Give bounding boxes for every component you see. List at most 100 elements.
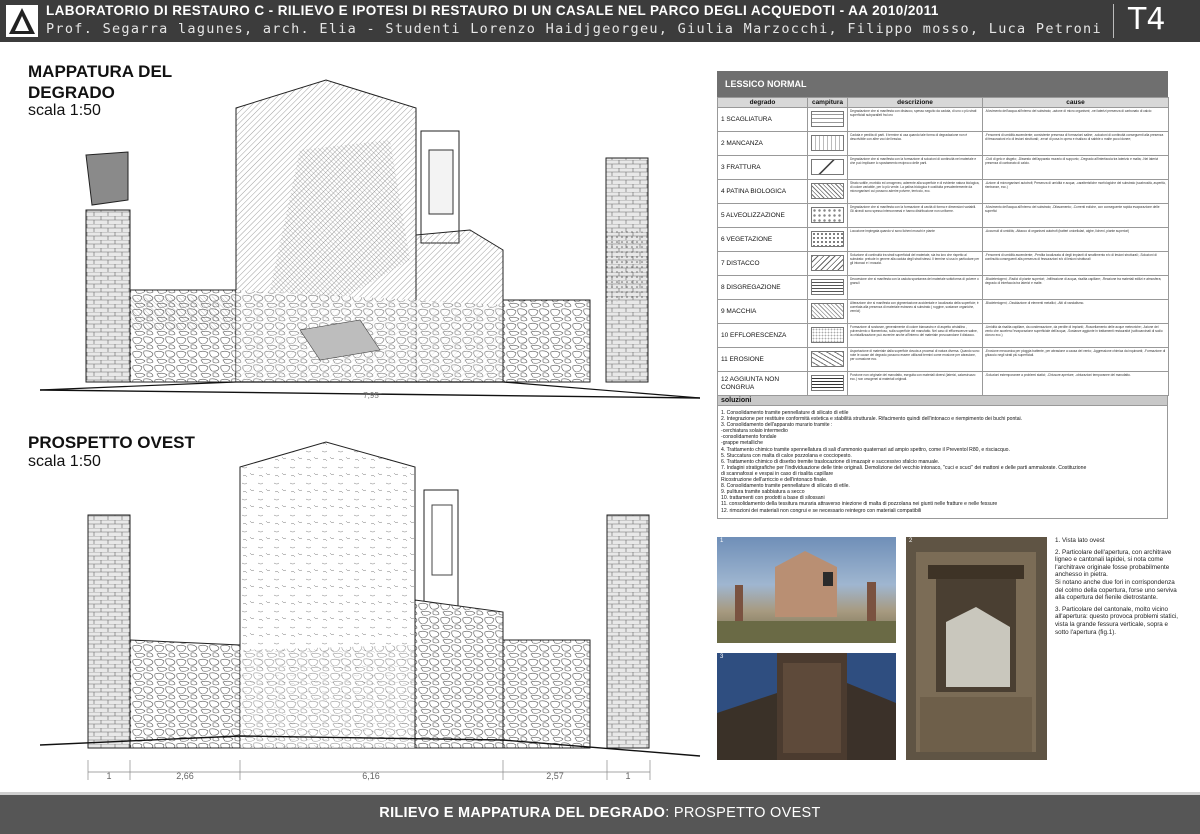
sheet-code: T4 [1128, 2, 1166, 37]
lessico-table: degrado campitura descrizione cause 1 SC… [717, 97, 1169, 396]
degrado-name: 6 VEGETAZIONE [717, 227, 808, 252]
hatch-pattern-swatch [811, 303, 844, 319]
photo-number: 3 [720, 654, 724, 660]
elevation-drawings: 7,95 1 2,66 6,16 2,57 1 [39, 79, 701, 781]
caption: 1. Vista lato ovest [1055, 537, 1105, 544]
table-row: 4 PATINA BIOLOGICA Strato sottile, morbid… [717, 179, 1169, 204]
degrado-name: 11 EROSIONE [717, 347, 808, 372]
column-header: descrizione [847, 97, 983, 108]
footer-title-rest: : PROSPETTO OVEST [665, 805, 821, 821]
table-row: 8 DISGREGAZIONE Decoesione che si manifes… [717, 275, 1169, 300]
table-header-row: degrado campitura descrizione cause [717, 97, 1169, 108]
descrizione-cell: Caduta e perdita di parti. Il termine si… [847, 131, 983, 156]
cause-cell: -Umidità da risalita capillare, da conde… [982, 323, 1169, 348]
descrizione-cell: Soluzione di continuità tra strati super… [847, 251, 983, 276]
column-header: campitura [807, 97, 848, 108]
column-header: degrado [717, 97, 808, 108]
descrizione-cell: Formazione di sostanze, generalmente di … [847, 323, 983, 348]
cause-cell: -Soluzioni estemporanee a problemi stati… [982, 371, 1169, 396]
descrizione-cell: Degradazione che si manifesta con distac… [847, 107, 983, 132]
header-divider [1113, 4, 1114, 38]
table-row: 6 VEGETAZIONE Locuzione impiegata quando … [717, 227, 1169, 252]
descrizione-cell: Alterazione che si manifesta con pigment… [847, 299, 983, 324]
photo-corner-detail: 3 [717, 653, 896, 760]
table-row: 10 EFFLORESCENZA Formazione di sostanze, … [717, 323, 1169, 348]
descrizione-cell: Locuzione impiegata quando vi sono liche… [847, 227, 983, 252]
footer-bar: RILIEVO E MAPPATURA DEL DEGRADO: PROSPET… [0, 792, 1200, 834]
cause-cell: -Biodeteriogeni; -Radici di piante super… [982, 275, 1169, 300]
degrado-name: 9 MACCHIA [717, 299, 808, 324]
descrizione-cell: Degradazione che si manifesta con la for… [847, 203, 983, 228]
hatch-pattern-swatch [811, 255, 844, 271]
degrado-name: 7 DISTACCO [717, 251, 808, 276]
degrado-name: 4 PATINA BIOLOGICA [717, 179, 808, 204]
soluzioni-panel: soluzioni 1. Consolidamento tramite penn… [717, 396, 1168, 519]
table-row: 7 DISTACCO Soluzione di continuità tra st… [717, 251, 1169, 276]
descrizione-cell: Strato sottile, morbido ed omogeneo, ade… [847, 179, 983, 204]
lessico-title: LESSICO NORMAL [717, 71, 1168, 97]
campitura-swatch [807, 299, 848, 324]
campitura-swatch [807, 179, 848, 204]
campitura-swatch [807, 275, 848, 300]
hatch-pattern-swatch [811, 207, 844, 223]
dim-label: 6,16 [362, 771, 380, 781]
descrizione-cell: Porzione non originale del manufatto, es… [847, 371, 983, 396]
table-row: 11 EROSIONE Asportazione di materiale dal… [717, 347, 1169, 372]
lessico-panel: LESSICO NORMAL degrado campitura descriz… [717, 71, 1169, 519]
campitura-swatch [807, 251, 848, 276]
photo-number: 1 [720, 538, 724, 544]
cause-cell: -Accumuli di umidità; -Attacco di organi… [982, 227, 1169, 252]
table-row: 5 ALVEOLIZZAZIONE Degradazione che si man… [717, 203, 1169, 228]
hatch-pattern-swatch [811, 327, 844, 343]
cause-cell: -Fenomeni di umidità ascendente; -Perdit… [982, 251, 1169, 276]
hatch-pattern-swatch [811, 231, 844, 247]
campitura-swatch [807, 131, 848, 156]
table-row: 9 MACCHIA Alterazione che si manifesta co… [717, 299, 1169, 324]
footer-title-bold: RILIEVO E MAPPATURA DEL DEGRADO [379, 805, 666, 821]
photo-west-view: 1 [717, 537, 896, 643]
degrado-name: 12 AGGIUNTA NON CONGRUA [717, 371, 808, 396]
photo-opening-detail: 2 [906, 537, 1047, 760]
caption: 2. Particolare dell'apertura, con archit… [1055, 548, 1177, 602]
hatch-pattern-swatch [811, 279, 844, 295]
cause-cell: -Biodeteriogeni; -Ossidazione di element… [982, 299, 1169, 324]
survey-elevation: 7,95 1 2,66 6,16 2,57 1 [39, 391, 701, 781]
descrizione-cell: Asportazione di materiale dalla superfic… [847, 347, 983, 372]
table-row: 12 AGGIUNTA NON CONGRUA Porzione non orig… [717, 371, 1169, 396]
hatch-pattern-swatch [811, 111, 844, 127]
dim-label: 1 [106, 771, 111, 781]
soluzioni-title: soluzioni [717, 396, 1168, 406]
table-row: 1 SCAGLIATURA Degradazione che si manifes… [717, 107, 1169, 132]
hatch-pattern-swatch [811, 375, 844, 391]
degrado-name: 5 ALVEOLIZZAZIONE [717, 203, 808, 228]
dim-label: 2,66 [176, 771, 194, 781]
hatch-pattern-swatch [811, 183, 844, 199]
table-row: 2 MANCANZA Caduta e perdita di parti. Il … [717, 131, 1169, 156]
campitura-swatch [807, 107, 848, 132]
footer-title: RILIEVO E MAPPATURA DEL DEGRADO: PROSPET… [0, 805, 1200, 821]
cause-cell: -Movimento dell'acqua all'interno del su… [982, 203, 1169, 228]
campitura-swatch [807, 347, 848, 372]
campitura-swatch [807, 371, 848, 396]
campitura-swatch [807, 155, 848, 180]
descrizione-cell: Decoesione che si manifesta con la cadut… [847, 275, 983, 300]
degrado-name: 2 MANCANZA [717, 131, 808, 156]
campitura-swatch [807, 203, 848, 228]
cause-cell: -Azione di microrganismi autotrofi; Pres… [982, 179, 1169, 204]
dim-label: 2,57 [546, 771, 564, 781]
degrado-name: 8 DISGREGAZIONE [717, 275, 808, 300]
cause-cell: -Movimento dell'acqua all'interno del su… [982, 107, 1169, 132]
hatch-pattern-swatch [811, 159, 844, 175]
photo-captions: 1. Vista lato ovest 2. Particolare dell'… [1055, 537, 1183, 640]
hatch-pattern-swatch [811, 351, 844, 367]
descrizione-cell: Degradazione che si manifesta con la for… [847, 155, 983, 180]
cause-cell: -Fenomeni di umidità ascendente; consist… [982, 131, 1169, 156]
hatch-pattern-swatch [811, 135, 844, 151]
campitura-swatch [807, 227, 848, 252]
degrado-name: 3 FRATTURA [717, 155, 808, 180]
dim-label: 1 [625, 771, 630, 781]
degrado-name: 1 SCAGLIATURA [717, 107, 808, 132]
photo-number: 2 [909, 538, 913, 544]
degradation-map-elevation [39, 79, 701, 399]
cause-cell: -Erosione meccanica per pioggia battente… [982, 347, 1169, 372]
